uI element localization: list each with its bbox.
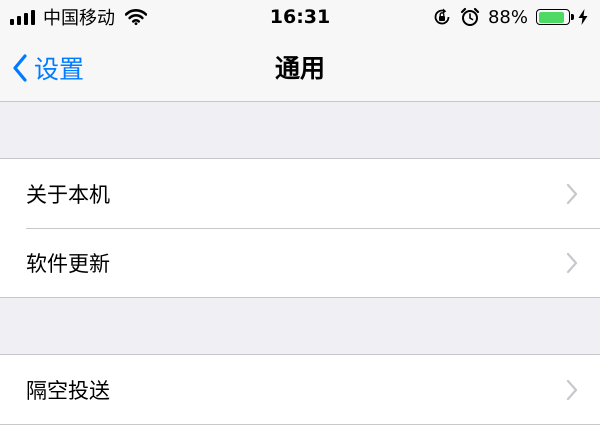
battery-fill (538, 11, 565, 23)
status-bar: 中国移动 16:31 88% (0, 0, 600, 36)
orientation-lock-icon (434, 8, 450, 25)
chevron-right-icon (566, 379, 578, 400)
row-label: 隔空投送 (26, 378, 110, 403)
settings-group-1: 关于本机 软件更新 (0, 158, 600, 298)
page-title: 通用 (274, 54, 325, 83)
settings-row-about[interactable]: 关于本机 (0, 159, 600, 228)
chevron-right-icon (566, 252, 578, 273)
battery-icon (536, 9, 574, 25)
settings-row-software-update[interactable]: 软件更新 (0, 228, 600, 297)
row-label: 软件更新 (26, 251, 110, 276)
charging-icon (578, 9, 588, 25)
battery-percent: 88% (487, 6, 528, 28)
status-right: 88% (432, 5, 588, 29)
chevron-right-icon (566, 183, 578, 204)
alarm-icon (460, 7, 480, 26)
settings-row-airdrop[interactable]: 隔空投送 (0, 355, 600, 424)
settings-group-2: 隔空投送 (0, 354, 600, 425)
row-label: 关于本机 (26, 182, 110, 207)
navigation-bar: 设置 通用 (0, 36, 600, 102)
